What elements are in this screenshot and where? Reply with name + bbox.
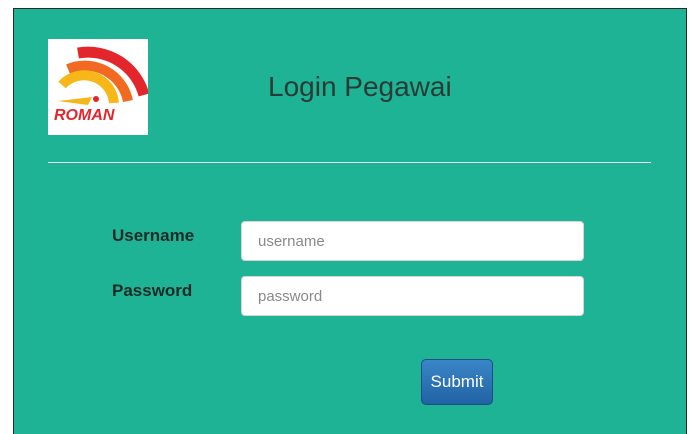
login-panel: ROMAN Login Pegawai Username Password Su… xyxy=(13,8,687,434)
username-label: Username xyxy=(112,226,195,245)
username-input[interactable] xyxy=(241,221,584,261)
page-title: Login Pegawai xyxy=(268,71,452,102)
header-divider xyxy=(48,162,651,163)
submit-button[interactable]: Submit xyxy=(421,359,493,405)
page: ROMAN Login Pegawai Username Password Su… xyxy=(0,0,691,434)
password-label: Password xyxy=(112,281,193,300)
password-input[interactable] xyxy=(241,276,584,316)
company-logo: ROMAN xyxy=(48,39,148,135)
logo-text: ROMAN xyxy=(54,107,115,124)
